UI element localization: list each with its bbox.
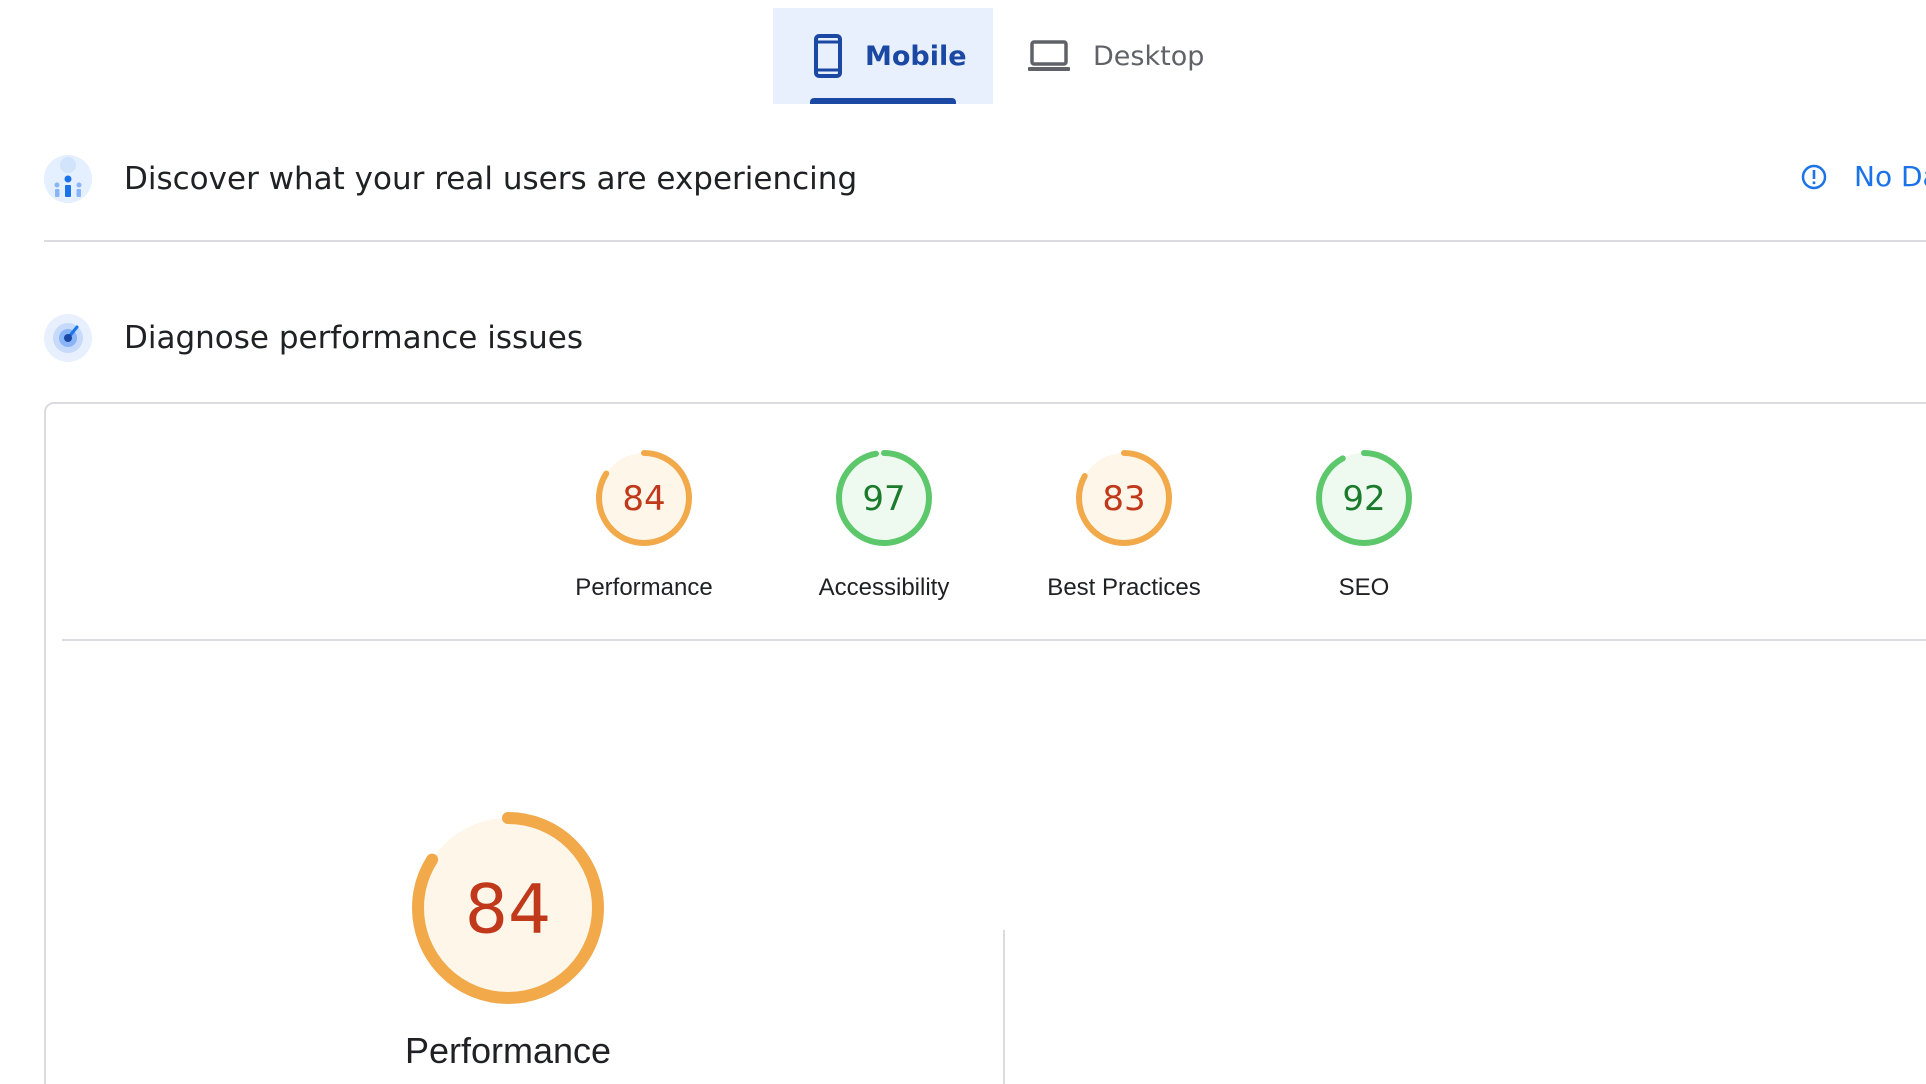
section-divider [44,240,1926,242]
smartphone-icon [813,34,843,78]
radar-icon [44,314,92,362]
score-label: Best Practices [1047,574,1201,601]
column-divider [1003,930,1005,1084]
lab-data-header: Diagnose performance issues [44,314,583,362]
gauge-score: 84 [465,870,552,949]
laptop-icon [1027,39,1071,73]
device-tabs: Mobile Desktop [773,8,1243,104]
pagespeed-report: Mobile Desktop Discover what your real u… [0,0,1926,1084]
gauge-score: 84 [622,479,665,519]
tab-desktop-label: Desktop [1093,40,1205,72]
score-label: Performance [575,574,713,601]
info-icon [1800,163,1828,191]
score-gauge-best-practices[interactable]: 83 Best Practices [1047,448,1201,601]
scores-divider [62,639,1926,641]
performance-gauge-large[interactable]: 84 [408,808,608,1013]
lighthouse-report-card [44,402,1926,1084]
selected-tab-indicator [810,98,956,104]
performance-gauge-large-label: Performance [404,1030,612,1071]
tab-desktop[interactable]: Desktop [993,8,1243,104]
score-label: Accessibility [818,574,950,601]
gauge-score: 97 [862,479,905,519]
field-data-header: Discover what your real users are experi… [44,155,857,203]
field-data-title: Discover what your real users are experi… [124,161,858,197]
score-label: SEO [1338,574,1390,601]
lab-data-title: Diagnose performance issues [124,320,584,356]
gauge-score: 92 [1342,479,1385,519]
score-gauge-accessibility[interactable]: 97 Accessibility [819,448,949,601]
users-chart-icon [44,155,92,203]
tab-mobile[interactable]: Mobile [773,8,993,104]
score-gauge-performance[interactable]: 84 Performance [575,448,713,601]
no-data-link[interactable]: No Da [1800,160,1926,193]
no-data-label: No Da [1854,160,1926,193]
tab-mobile-label: Mobile [865,40,967,72]
gauge-score: 83 [1102,479,1145,519]
score-gauge-seo[interactable]: 92 SEO [1314,448,1414,601]
